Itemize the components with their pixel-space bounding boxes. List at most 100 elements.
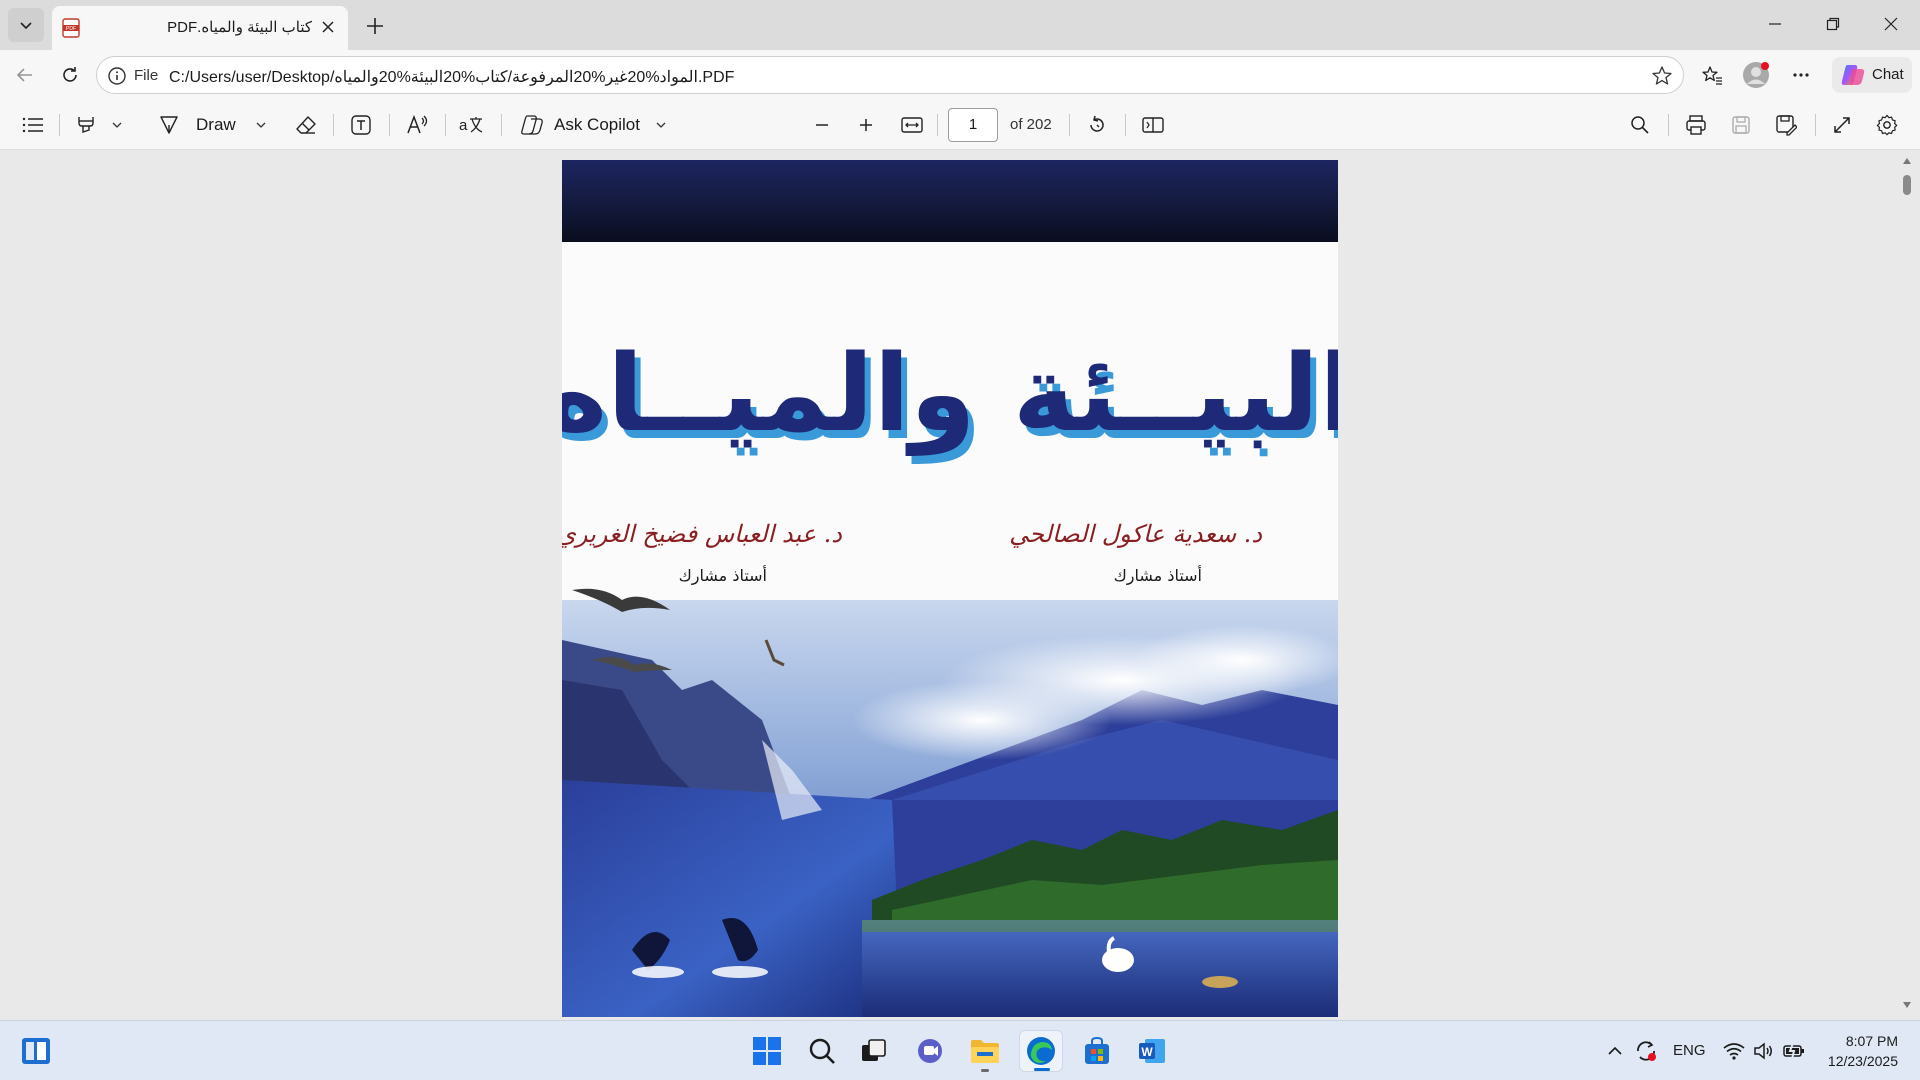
battery-tray-button[interactable]	[1782, 1039, 1806, 1063]
copilot-chat-button[interactable]: Chat	[1832, 57, 1912, 93]
running-indicator	[981, 1069, 989, 1072]
tab-actions-button[interactable]	[8, 8, 44, 42]
edge-icon	[1027, 1037, 1055, 1065]
read-aloud-button[interactable]	[405, 112, 431, 138]
fit-to-width-button[interactable]	[899, 112, 925, 138]
ask-copilot-icon-button[interactable]	[519, 112, 545, 138]
book-cover: البيــئة والميــاه البيــئة والميــاه د.…	[562, 160, 1338, 1017]
show-hidden-icons-button[interactable]	[1603, 1039, 1627, 1063]
pdf-viewport[interactable]: البيــئة والميــاه البيــئة والميــاه د.…	[4, 151, 1900, 1017]
toolbar-divider	[1125, 114, 1126, 136]
zoom-in-button[interactable]	[856, 112, 876, 138]
toolbar-divider	[501, 114, 502, 136]
erase-button[interactable]	[293, 112, 319, 138]
close-window-button[interactable]	[1862, 0, 1920, 48]
pdf-settings-button[interactable]	[1874, 112, 1900, 138]
contents-button[interactable]	[20, 112, 46, 138]
highlight-options-dropdown[interactable]	[110, 112, 124, 138]
scrollbar-thumb[interactable]	[1903, 175, 1911, 195]
svg-text:a: a	[459, 117, 468, 134]
page-number-input[interactable]: 1	[948, 108, 998, 142]
store-button[interactable]	[1075, 1030, 1119, 1072]
tab-close-button[interactable]	[318, 17, 338, 37]
clock-time[interactable]: 8:07 PM	[1846, 1033, 1898, 1049]
tab-title: كتاب البيئة والمياه.PDF	[167, 19, 312, 36]
find-button[interactable]	[1627, 112, 1653, 138]
wifi-tray-button[interactable]	[1722, 1039, 1746, 1063]
teams-chat-button[interactable]	[908, 1030, 952, 1072]
scroll-down-arrow-icon[interactable]	[1902, 1001, 1912, 1009]
word-icon: W	[1139, 1039, 1165, 1063]
arrow-left-icon	[16, 68, 32, 82]
star-icon[interactable]	[1651, 65, 1673, 87]
battery-charging-icon	[1783, 1042, 1804, 1060]
chat-bubble-icon	[918, 1039, 942, 1063]
ask-copilot-label[interactable]: Ask Copilot	[554, 115, 640, 135]
reload-icon	[63, 67, 77, 82]
scheme-label: File	[134, 67, 159, 84]
reload-button[interactable]	[55, 60, 85, 90]
pdf-toolbar: Draw a Ask Copilot 1 of 202	[0, 100, 1920, 150]
favorites-icon	[1702, 66, 1722, 85]
ask-copilot-dropdown[interactable]	[654, 112, 668, 138]
zoom-out-button[interactable]	[812, 112, 832, 138]
favorites-button[interactable]	[1697, 60, 1727, 90]
volume-tray-button[interactable]	[1752, 1039, 1776, 1063]
widgets-button[interactable]	[14, 1030, 58, 1072]
address-bar[interactable]: File C:/Users/user/Desktop/المواد%20غير%…	[96, 56, 1684, 94]
search-taskbar-button[interactable]	[800, 1030, 844, 1072]
copilot-outline-icon	[521, 115, 543, 135]
file-explorer-button[interactable]	[963, 1030, 1007, 1072]
profile-button[interactable]	[1741, 60, 1771, 90]
fullscreen-button[interactable]	[1829, 112, 1855, 138]
print-button[interactable]	[1683, 112, 1709, 138]
page-view-button[interactable]	[1140, 112, 1166, 138]
highlight-button[interactable]	[74, 112, 98, 138]
expand-icon	[1834, 117, 1850, 133]
author-right-role: أستاذ مشارك	[1114, 565, 1202, 586]
back-button[interactable]	[10, 60, 40, 90]
info-icon[interactable]	[107, 66, 127, 86]
restore-button[interactable]	[1804, 0, 1862, 48]
clock-date[interactable]: 12/23/2025	[1828, 1053, 1898, 1069]
settings-more-button[interactable]	[1786, 60, 1816, 90]
translate-button[interactable]: a	[459, 112, 485, 138]
edge-taskbar-button[interactable]	[1019, 1030, 1063, 1072]
close-icon	[1884, 17, 1898, 31]
save-icon	[1732, 116, 1750, 134]
draw-icon-button[interactable]	[157, 112, 181, 138]
draw-options-dropdown[interactable]	[254, 112, 268, 138]
toolbar-divider	[1668, 114, 1669, 136]
draw-pen-icon	[160, 116, 178, 134]
rotate-button[interactable]	[1084, 112, 1110, 138]
svg-text:PDF: PDF	[66, 26, 76, 32]
new-tab-button[interactable]	[360, 11, 390, 41]
toolbar-divider	[1815, 114, 1816, 136]
chevron-down-icon	[256, 122, 266, 128]
save-button[interactable]	[1728, 112, 1754, 138]
vertical-scrollbar[interactable]	[1898, 151, 1916, 1017]
add-text-button[interactable]	[349, 112, 373, 138]
draw-label[interactable]: Draw	[196, 115, 236, 135]
save-as-icon	[1776, 115, 1797, 136]
minimize-icon	[1769, 23, 1781, 25]
fit-width-icon	[901, 117, 923, 133]
pdf-file-icon: PDF	[62, 18, 80, 38]
url-text[interactable]: C:/Users/user/Desktop/المواد%20غير%20الم…	[169, 67, 734, 87]
input-language-indicator[interactable]: ENG	[1673, 1042, 1706, 1059]
active-tab[interactable]: PDF كتاب البيئة والمياه.PDF	[52, 6, 348, 50]
sync-tray-button[interactable]	[1634, 1039, 1658, 1063]
scroll-up-arrow-icon[interactable]	[1902, 157, 1912, 165]
read-aloud-icon	[407, 114, 428, 134]
save-as-button[interactable]	[1773, 112, 1799, 138]
start-button[interactable]	[745, 1030, 789, 1072]
highlighter-icon	[78, 117, 94, 133]
author-left-role: أستاذ مشارك	[679, 565, 767, 586]
toolbar-divider	[937, 114, 938, 136]
minimize-button[interactable]	[1746, 0, 1804, 48]
search-icon	[1631, 116, 1649, 134]
pdf-page: البيــئة والميــاه البيــئة والميــاه د.…	[562, 160, 1338, 1017]
word-button[interactable]: W	[1130, 1030, 1174, 1072]
task-view-button[interactable]	[852, 1030, 896, 1072]
plus-icon	[860, 119, 872, 131]
